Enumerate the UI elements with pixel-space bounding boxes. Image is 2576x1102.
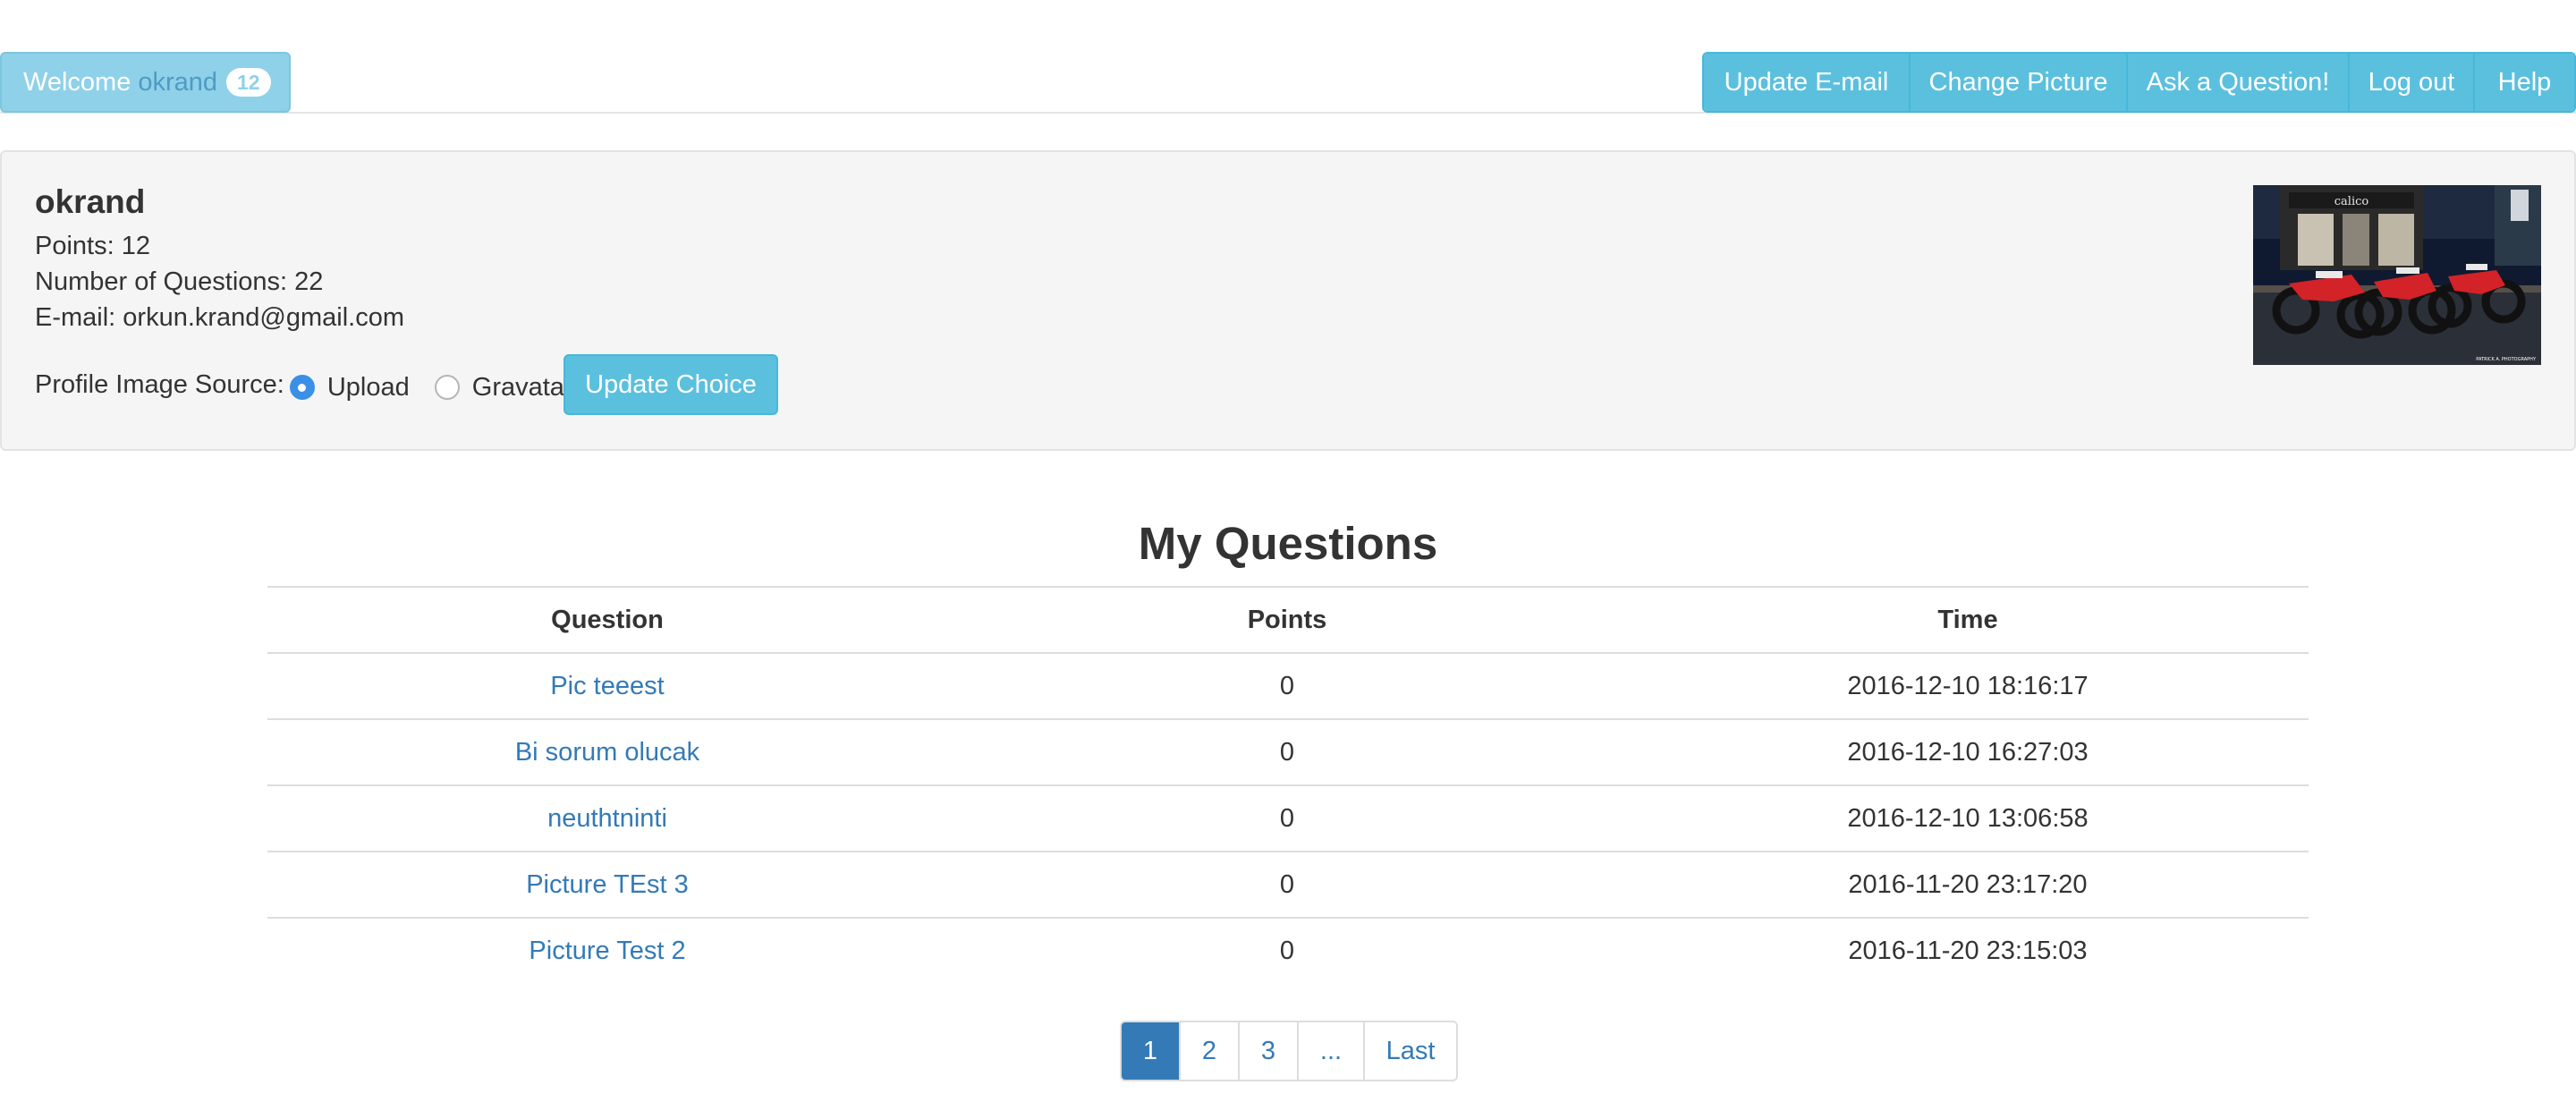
table-row: Pic teeest 0 2016-12-10 18:16:17 [267, 652, 2309, 718]
update-choice-button[interactable]: Update Choice [564, 354, 778, 415]
table-row: Picture Test 2 0 2016-11-20 23:15:03 [267, 917, 2309, 983]
motorcycles-photo: calico PATRICK A. PHOTOGRAPHY [2253, 185, 2541, 365]
question-time: 2016-12-10 18:16:17 [1847, 671, 2089, 700]
question-link[interactable]: neuthtninti [547, 804, 667, 833]
question-link[interactable]: Picture TEst 3 [526, 870, 689, 899]
welcome-banner[interactable]: Welcome okrand 12 [0, 52, 291, 113]
question-link[interactable]: Picture Test 2 [529, 937, 685, 965]
question-time: 2016-12-10 13:06:58 [1847, 803, 2089, 833]
question-time: 2016-11-20 23:17:20 [1848, 869, 2088, 899]
welcome-username: okrand [138, 67, 218, 97]
log-out-button[interactable]: Log out [2350, 54, 2475, 111]
points-badge: 12 [226, 68, 271, 97]
profile-question-count: Number of Questions: 22 [35, 267, 324, 296]
pagination: 1 2 3 ... Last [1120, 1021, 1458, 1081]
page-1-button[interactable]: 1 [1122, 1022, 1181, 1080]
profile-points: Points: 12 [35, 232, 150, 260]
page-3-button[interactable]: 3 [1240, 1022, 1299, 1080]
profile-picture: calico PATRICK A. PHOTOGRAPHY [2253, 185, 2541, 365]
gravatar-radio[interactable] [434, 375, 460, 400]
account-button-group: Update E-mail Change Picture Ask a Quest… [1702, 52, 2576, 113]
question-time: 2016-11-20 23:15:03 [1848, 936, 2088, 965]
profile-name: okrand [35, 183, 146, 220]
top-navbar: Welcome okrand 12 Update E-mail Change P… [0, 0, 2576, 114]
change-picture-button[interactable]: Change Picture [1911, 54, 2128, 111]
image-source-label: Profile Image Source: [35, 369, 284, 399]
page-last-button[interactable]: Last [1365, 1022, 1456, 1080]
table-row: Picture TEst 3 0 2016-11-20 23:17:20 [267, 851, 2309, 917]
photo-sign-text: calico [2334, 195, 2369, 208]
table-header-row: Question Points Time [267, 586, 2309, 652]
page-2-button[interactable]: 2 [1181, 1022, 1240, 1080]
gravatar-radio-label: Gravatar [471, 372, 573, 402]
photo-credit-text: PATRICK A. PHOTOGRAPHY [2476, 357, 2537, 362]
table-row: Bi sorum olucak 0 2016-12-10 16:27:03 [267, 718, 2309, 784]
welcome-label: Welcome [23, 67, 131, 97]
question-link[interactable]: Bi sorum olucak [515, 738, 699, 767]
upload-radio-label: Upload [326, 372, 410, 402]
update-email-button[interactable]: Update E-mail [1704, 54, 1911, 111]
help-button[interactable]: Help [2475, 54, 2574, 111]
question-link[interactable]: Pic teeest [550, 672, 664, 700]
table-row: neuthtninti 0 2016-12-10 13:06:58 [267, 784, 2309, 851]
image-source-selector: Profile Image Source: Upload Gravatar [35, 365, 573, 410]
my-questions-title: My Questions [1138, 518, 1438, 569]
question-points: 0 [1279, 936, 1295, 965]
column-header-question: Question [551, 605, 664, 634]
question-points: 0 [1279, 671, 1295, 700]
questions-table: Question Points Time Pic teeest 0 2016-1… [267, 586, 2309, 983]
question-time: 2016-12-10 16:27:03 [1847, 737, 2089, 767]
question-points: 0 [1279, 869, 1295, 899]
question-points: 0 [1279, 737, 1295, 767]
upload-radio[interactable] [289, 375, 315, 400]
column-header-points: Points [1247, 605, 1327, 634]
page-ellipsis-button[interactable]: ... [1299, 1022, 1365, 1080]
ask-question-button[interactable]: Ask a Question! [2128, 54, 2350, 111]
column-header-time: Time [1937, 605, 1998, 634]
profile-email: E-mail: orkun.krand@gmail.com [35, 303, 405, 332]
question-points: 0 [1279, 803, 1295, 833]
